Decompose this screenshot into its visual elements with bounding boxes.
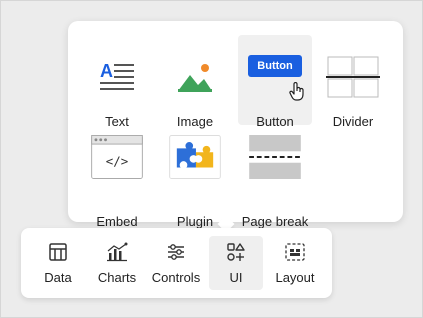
toolbar-ui-button[interactable]: UI: [209, 236, 263, 290]
toolbar-label-charts: Charts: [97, 270, 137, 285]
image-icon: [178, 64, 212, 92]
svg-text:A: A: [100, 61, 113, 81]
charts-icon: [107, 242, 128, 262]
text-icon: A: [100, 61, 134, 90]
shapes-icon: [227, 243, 245, 261]
svg-text:</>: </>: [106, 154, 128, 169]
toolbar-label-ui: UI: [229, 270, 243, 285]
plugin-icon: [169, 135, 221, 179]
insert-embed-tile[interactable]: </> Embed: [80, 129, 154, 229]
ui-elements-popover: A Text Image Button Button Divider </> E…: [68, 21, 403, 229]
toolbar-layout-button[interactable]: Layout: [268, 236, 322, 290]
tile-label-page-break: Page break: [241, 214, 309, 229]
toolbar-label-data: Data: [44, 270, 72, 285]
tile-label-divider: Divider: [332, 114, 374, 129]
tile-label-embed: Embed: [96, 214, 138, 229]
tile-label-text: Text: [105, 114, 129, 129]
tile-label-image: Image: [176, 114, 214, 129]
insert-button-tile[interactable]: Button Button: [238, 35, 312, 129]
toolbar-data-button[interactable]: Data: [31, 236, 85, 290]
table-icon: [49, 243, 67, 261]
sliders-icon: [168, 244, 184, 260]
hand-cursor-icon: [289, 82, 304, 101]
page-break-icon: [249, 135, 301, 179]
embed-icon: </>: [91, 135, 143, 179]
toolbar-controls-button[interactable]: Controls: [149, 236, 203, 290]
toolbar-charts-button[interactable]: Charts: [90, 236, 144, 290]
toolbar-label-layout: Layout: [275, 270, 315, 285]
insert-text-tile[interactable]: A Text: [80, 35, 154, 129]
insert-plugin-tile[interactable]: Plugin: [158, 129, 232, 229]
divider-icon: [326, 56, 380, 98]
insert-page-break-tile[interactable]: Page break: [238, 129, 312, 229]
toolbar-label-controls: Controls: [151, 270, 201, 285]
insert-image-tile[interactable]: Image: [158, 35, 232, 129]
insert-divider-tile[interactable]: Divider: [316, 35, 390, 129]
button-icon: Button: [248, 55, 302, 77]
bottom-toolbar: Data Charts Controls UI Layout: [21, 228, 332, 298]
tile-label-button: Button: [256, 114, 294, 129]
layout-icon: [285, 243, 305, 261]
